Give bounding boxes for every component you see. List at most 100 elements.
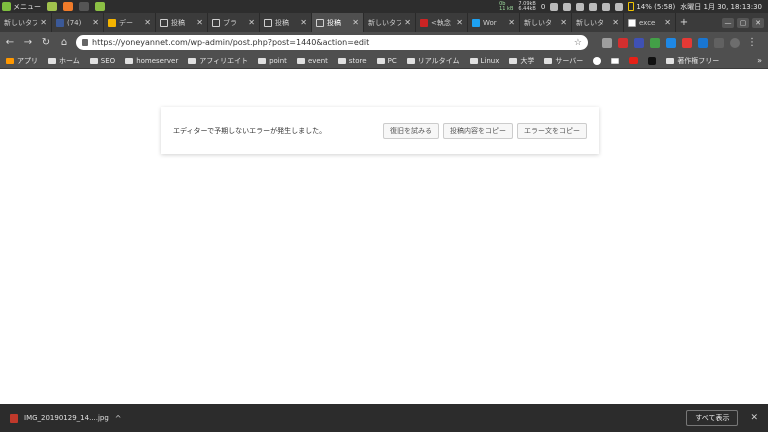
close-window-button[interactable]: ✕ [752, 17, 764, 28]
bookmark-folder[interactable]: 著作権フリー [666, 56, 719, 66]
battery-indicator[interactable]: 14% (5:58) [628, 2, 675, 11]
bookmark-folder[interactable]: point [258, 57, 287, 65]
bookmark-folder[interactable]: event [296, 57, 328, 65]
close-icon[interactable]: ✕ [612, 18, 619, 27]
close-icon[interactable]: ✕ [248, 18, 255, 27]
user-icon[interactable] [602, 2, 611, 11]
browser-tab[interactable]: (74) ✕ [52, 13, 104, 32]
bookmark-folder[interactable]: store [337, 57, 367, 65]
close-icon[interactable]: ✕ [92, 18, 99, 27]
update-icon[interactable] [589, 2, 598, 11]
browser-tab[interactable]: 投稿 ✕ [156, 13, 208, 32]
attempt-recovery-button[interactable]: 復旧を試みる [383, 122, 439, 139]
extension-icon[interactable] [618, 37, 628, 48]
bookmark-folder[interactable]: Linux [469, 57, 499, 65]
bookmark-folder[interactable]: homeserver [125, 57, 178, 65]
show-all-downloads-button[interactable]: すべて表示 [686, 410, 739, 426]
apps-icon [6, 57, 14, 64]
profile-avatar[interactable] [730, 37, 740, 48]
bookmark-star-icon[interactable]: ☆ [574, 38, 582, 48]
google-icon [593, 56, 602, 65]
net-graph: 7.09kB 6.44kB [518, 0, 536, 12]
clock[interactable]: 水曜日 1月 30, 18:13:30 [680, 2, 762, 12]
reload-button[interactable]: ↻ [40, 37, 52, 49]
notification-count[interactable]: 0 [541, 3, 545, 11]
extension-icon[interactable] [666, 37, 676, 48]
app-launcher-icon[interactable] [63, 2, 73, 11]
close-icon[interactable]: ✕ [352, 18, 359, 27]
os-menu-label: メニュー [13, 2, 41, 11]
download-filename: IMG_20190129_14....jpg [24, 414, 109, 422]
bluetooth-icon[interactable] [576, 2, 585, 11]
folder-icon[interactable] [95, 2, 105, 11]
browser-tab[interactable]: Wor ✕ [468, 13, 520, 32]
bookmark-folder[interactable]: アフィリエイト [188, 56, 248, 66]
bookmark-folder[interactable]: 大学 [509, 56, 534, 66]
browser-tab[interactable]: 新しいタ ✕ [572, 13, 624, 32]
extension-icon[interactable] [698, 37, 708, 48]
close-icon[interactable]: ✕ [508, 18, 515, 27]
browser-tab[interactable]: 新しいタブ ✕ [364, 13, 416, 32]
google-icon [628, 18, 636, 27]
maximize-button[interactable]: ▢ [737, 17, 749, 28]
new-tab-button[interactable]: + [676, 13, 692, 32]
bookmark-folder[interactable]: PC [376, 57, 397, 65]
folder-icon [337, 57, 346, 64]
close-icon[interactable]: ✕ [750, 413, 758, 423]
yahoo-icon [420, 18, 428, 27]
home-button[interactable]: ⌂ [58, 37, 70, 49]
download-item[interactable]: IMG_20190129_14....jpg ^ [10, 413, 122, 423]
terminal-icon[interactable] [79, 2, 89, 11]
bookmark-folder[interactable]: リアルタイム [406, 56, 460, 66]
forward-button[interactable]: → [22, 37, 34, 49]
bookmark-youtube[interactable] [629, 57, 639, 64]
bookmark-dark[interactable] [648, 56, 657, 65]
back-button[interactable]: ← [4, 37, 16, 49]
close-icon[interactable]: ✕ [40, 18, 47, 27]
bookmark-apps[interactable]: アプリ [6, 56, 38, 66]
folder-icon [666, 57, 675, 64]
wifi-icon[interactable] [615, 2, 624, 11]
close-icon[interactable]: ✕ [456, 18, 463, 27]
clipboard-icon[interactable] [550, 2, 559, 11]
extension-icon[interactable] [650, 37, 660, 48]
extension-icon[interactable] [682, 37, 692, 48]
copy-error-button[interactable]: エラー文をコピー [517, 122, 587, 139]
page-icon [611, 57, 620, 64]
browser-menu-icon[interactable]: ⋮ [746, 37, 758, 49]
close-icon[interactable]: ✕ [300, 18, 307, 27]
copy-post-text-button[interactable]: 投稿内容をコピー [443, 122, 513, 139]
browser-tab[interactable]: デー ✕ [104, 13, 156, 32]
file-manager-icon[interactable] [47, 2, 57, 11]
close-icon[interactable]: ✕ [144, 18, 151, 27]
bookmark-folder[interactable]: SEO [89, 57, 115, 65]
folder-icon [188, 57, 197, 64]
browser-tab[interactable]: ブラ ✕ [208, 13, 260, 32]
browser-tab[interactable]: 新しいタブ ✕ [0, 13, 52, 32]
close-icon[interactable]: ✕ [664, 18, 671, 27]
extension-icon[interactable] [634, 37, 644, 48]
chevron-up-icon[interactable]: ^ [115, 414, 122, 423]
browser-tab[interactable]: 投稿 ✕ [260, 13, 312, 32]
bookmark-page[interactable] [611, 57, 620, 64]
folder-icon [509, 57, 518, 64]
minimize-button[interactable]: — [722, 17, 734, 28]
address-bar[interactable]: https://yoneyannet.com/wp-admin/post.php… [76, 35, 588, 50]
shield-icon[interactable] [563, 2, 572, 11]
close-icon[interactable]: ✕ [196, 18, 203, 27]
os-menu-button[interactable]: メニュー [2, 2, 41, 12]
browser-tab[interactable]: <執念 ✕ [416, 13, 468, 32]
os-top-panel: メニュー 0b 11 kB 7.09kB 6.44kB 0 14% (5:58)… [0, 0, 768, 13]
browser-tab-active[interactable]: 投稿 ✕ [312, 13, 364, 32]
browser-tab[interactable]: exce ✕ [624, 13, 676, 32]
bookmark-google[interactable] [593, 56, 602, 65]
bookmark-folder[interactable]: ホーム [48, 56, 80, 66]
lock-icon[interactable] [82, 39, 88, 46]
close-icon[interactable]: ✕ [560, 18, 567, 27]
bookmarks-overflow-button[interactable]: » [757, 56, 762, 65]
close-icon[interactable]: ✕ [404, 18, 411, 27]
extension-icon[interactable] [602, 37, 612, 48]
browser-tab[interactable]: 新しいタ ✕ [520, 13, 572, 32]
bookmark-folder[interactable]: サーバー [544, 56, 583, 66]
extension-icon[interactable] [714, 37, 724, 48]
